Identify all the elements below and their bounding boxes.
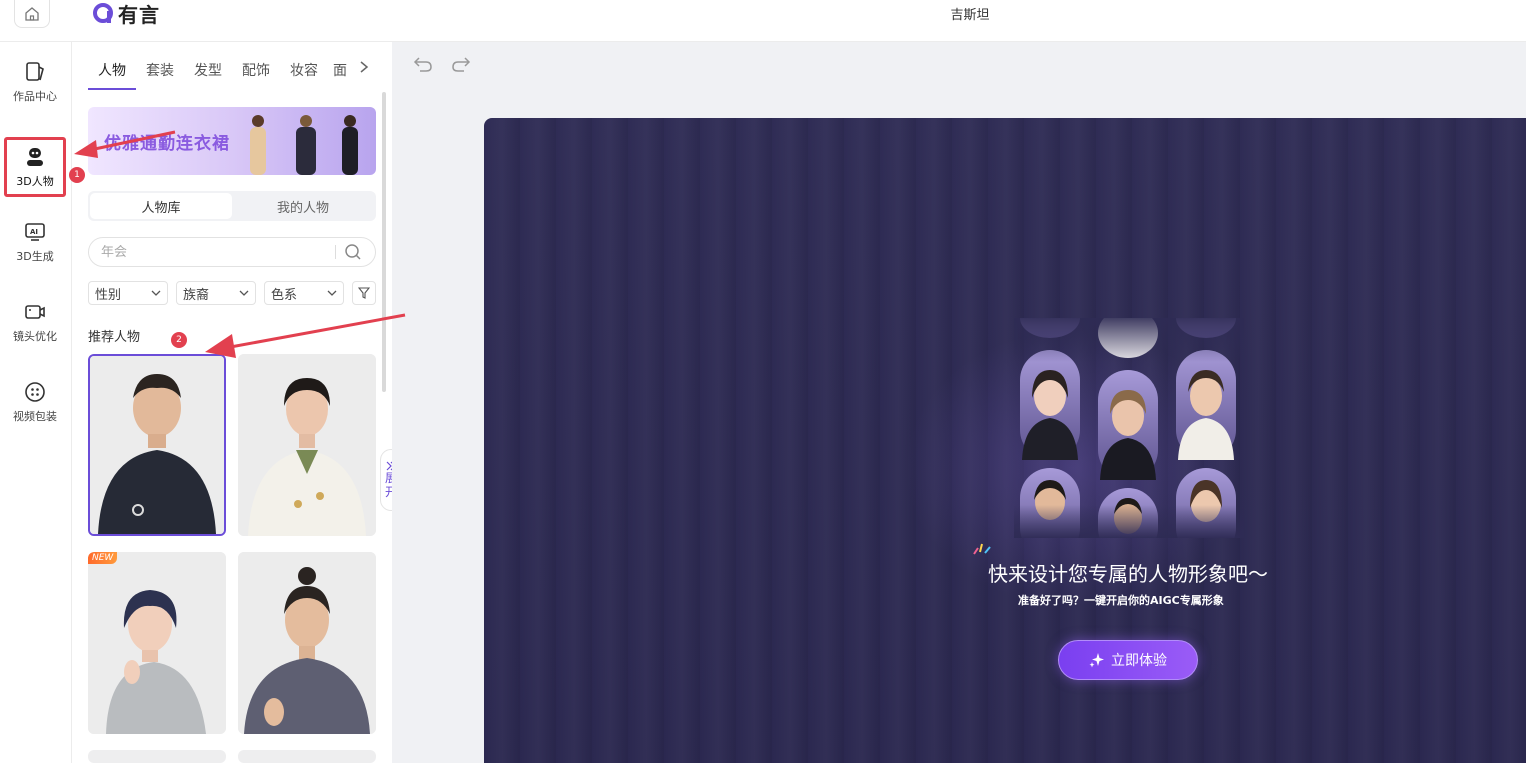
avatar-collage	[1014, 318, 1244, 538]
character-card[interactable]	[88, 750, 226, 763]
ethnicity-filter[interactable]: 族裔	[176, 281, 256, 305]
character-card[interactable]	[88, 354, 226, 536]
tab-outfit[interactable]: 套装	[136, 60, 184, 88]
tab-face[interactable]: 面	[328, 60, 352, 88]
character-thumbnail-female	[238, 354, 376, 536]
new-badge: NEW	[88, 552, 118, 564]
library-segment: 人物库 我的人物	[88, 191, 376, 221]
search-divider	[335, 245, 336, 259]
sparkle-icon	[1089, 653, 1104, 668]
try-now-label: 立即体验	[1111, 653, 1167, 669]
promo-banner[interactable]: 优雅通勤连衣裙	[88, 107, 376, 175]
filter-button[interactable]	[352, 281, 376, 305]
filter-icon	[358, 287, 370, 299]
try-now-button[interactable]: 立即体验	[1058, 640, 1198, 680]
gender-filter-label: 性别	[95, 287, 122, 303]
chevron-down-icon	[239, 290, 249, 296]
canvas-area: 快来设计您专属的人物形象吧～ 准备好了吗？一键开启你的AIGC专属形象 立即体验	[392, 42, 1526, 763]
character-thumbnail-male-bun	[238, 552, 376, 734]
sparkle-lines-icon	[973, 543, 991, 555]
nav-label: 3D人物	[16, 175, 54, 188]
nav-label: 作品中心	[13, 90, 57, 103]
ai-monitor-icon: AI	[25, 223, 45, 241]
tab-person[interactable]: 人物	[88, 60, 136, 90]
home-button[interactable]	[14, 0, 50, 28]
tab-accessory[interactable]: 配饰	[232, 60, 280, 88]
nav-label: 3D生成	[16, 250, 54, 263]
works-icon	[26, 62, 44, 81]
preview-stage: 快来设计您专属的人物形象吧～ 准备好了吗？一键开启你的AIGC专属形象 立即体验	[484, 118, 1526, 763]
nav-label: 视频包装	[13, 410, 57, 423]
package-icon	[25, 382, 45, 402]
home-icon	[25, 6, 39, 21]
promo-title: 快来设计您专属的人物形象吧～	[988, 562, 1268, 586]
nav-item-works[interactable]: 作品中心	[4, 52, 66, 112]
chevron-down-icon	[151, 290, 161, 296]
segment-person-library[interactable]: 人物库	[90, 193, 232, 219]
logo-icon	[93, 3, 113, 23]
gender-filter[interactable]: 性别	[88, 281, 168, 305]
segment-my-persons[interactable]: 我的人物	[232, 193, 374, 219]
search-input[interactable]	[101, 244, 331, 260]
nav-item-3d-generate[interactable]: AI 3D生成	[4, 212, 66, 272]
nav-label: 镜头优化	[13, 330, 57, 343]
category-tabs: 人物 套装 发型 配饰 妆容 面	[88, 60, 378, 90]
top-bar: 有言 吉斯坦	[0, 0, 1526, 42]
annotation-marker-2: 2	[171, 332, 187, 348]
character-thumbnail-male	[90, 356, 224, 534]
color-filter-label: 色系	[271, 287, 298, 303]
svg-text:AI: AI	[30, 228, 38, 236]
character-panel: 人物 套装 发型 配饰 妆容 面 优雅通勤连衣裙 人物库 我的人物 性别 族裔	[72, 42, 392, 763]
undo-icon[interactable]	[412, 54, 434, 74]
document-title[interactable]: 吉斯坦	[930, 4, 1010, 23]
robot-icon	[27, 148, 43, 166]
app-logo[interactable]: 有言	[92, 0, 160, 27]
filter-row: 性别 族裔 色系	[88, 281, 376, 305]
tab-hair[interactable]: 发型	[184, 60, 232, 88]
character-card[interactable]	[238, 552, 376, 734]
promo-subtitle: 准备好了吗？一键开启你的AIGC专属形象	[1018, 594, 1224, 607]
annotation-marker-1: 1	[69, 167, 85, 183]
chevron-down-icon	[327, 290, 337, 296]
banner-figures-image	[250, 115, 358, 175]
redo-icon[interactable]	[450, 54, 472, 74]
nav-item-video-package[interactable]: 视频包装	[4, 372, 66, 432]
logo-text: 有言	[118, 2, 160, 27]
ethnicity-filter-label: 族裔	[183, 287, 210, 303]
nav-item-3d-person[interactable]: 3D人物	[4, 137, 66, 197]
search-icon[interactable]	[344, 243, 362, 261]
tab-makeup[interactable]: 妆容	[280, 60, 328, 88]
panel-scrollbar[interactable]	[382, 92, 386, 392]
chevron-right-icon	[360, 61, 369, 73]
character-card[interactable]: NEW	[88, 552, 226, 734]
left-nav: 作品中心 3D人物 AI 3D生成 镜头优化 视频包装	[0, 42, 72, 763]
color-filter[interactable]: 色系	[264, 281, 344, 305]
camera-icon	[25, 305, 45, 319]
character-card[interactable]	[238, 750, 376, 763]
section-title: 推荐人物	[88, 330, 141, 345]
banner-text: 优雅通勤连衣裙	[104, 134, 230, 154]
nav-item-camera[interactable]: 镜头优化	[4, 292, 66, 352]
search-box	[88, 237, 376, 267]
character-card[interactable]	[238, 354, 376, 536]
tabs-next-button[interactable]	[358, 60, 370, 78]
character-thumbnail-female-short-hair	[88, 552, 226, 734]
